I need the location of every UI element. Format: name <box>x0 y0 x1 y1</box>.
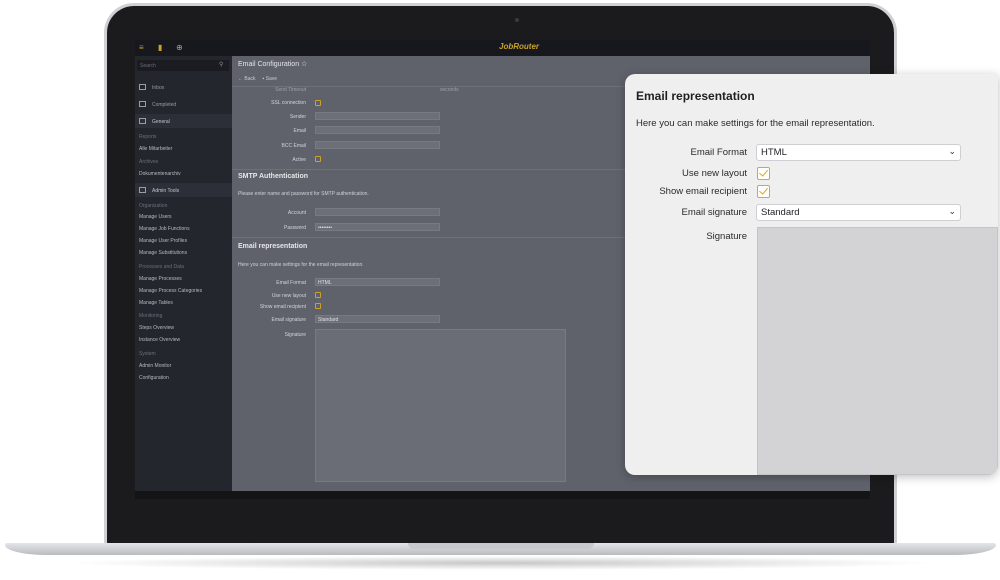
add-icon[interactable]: ⊕ <box>176 43 184 52</box>
sidebar: Search ⚲ Inbox Completed General Reports… <box>135 56 232 491</box>
timeout-unit: seconds <box>440 87 459 93</box>
sidebar-section-admin-tools[interactable]: Admin Tools <box>135 183 232 197</box>
label-show-recipient: Show email recipient <box>259 304 306 310</box>
category-monitoring: Monitoring <box>139 313 163 319</box>
category-archives: Archives <box>139 159 159 165</box>
link-configuration[interactable]: Configuration <box>139 375 169 381</box>
email-format-select[interactable]: HTML ⌄ <box>756 144 961 161</box>
link-alle-mitarbeiter[interactable]: Alle Mitarbeiter <box>139 146 172 152</box>
sidebar-item-label: Inbox <box>152 85 165 91</box>
category-system: System <box>139 351 156 357</box>
email-signature-select[interactable]: Standard <box>315 315 440 323</box>
breadcrumb: Email Configuration ☆ <box>238 60 307 68</box>
category-processes-data: Processes and Data <box>139 264 185 270</box>
signature-textarea[interactable] <box>757 227 998 475</box>
email-signature-select[interactable]: Standard ⌄ <box>756 204 961 221</box>
app-topbar: ≡ ▮ ⊕ JobRouter <box>135 40 870 56</box>
bookmark-icon[interactable]: ▮ <box>158 43 166 52</box>
panel-description: Here you can make settings for the email… <box>636 118 875 129</box>
link-dokumentenarchiv[interactable]: Dokumentenarchiv <box>139 171 181 177</box>
show-recipient-checkbox[interactable] <box>757 185 770 198</box>
chevron-down-icon: ⌄ <box>948 206 956 216</box>
email-signature-label: Email signature <box>681 207 747 218</box>
link-manage-users[interactable]: Manage Users <box>139 214 172 220</box>
password-field[interactable]: •••••••• <box>315 223 440 231</box>
section-title-email-rep: Email representation <box>238 243 308 250</box>
laptop-shadow <box>60 556 940 570</box>
link-manage-user-profiles[interactable]: Manage User Profiles <box>139 238 187 244</box>
camera-icon <box>515 18 519 22</box>
label-active: Active <box>292 157 306 163</box>
label-sender: Sender <box>289 114 306 120</box>
sidebar-item-completed[interactable]: Completed <box>135 97 232 111</box>
laptop-notch <box>408 543 594 549</box>
sidebar-section-general[interactable]: General <box>135 114 232 128</box>
star-icon[interactable]: ☆ <box>301 61 307 68</box>
email-format-select[interactable]: HTML <box>315 278 440 286</box>
back-arrow-icon[interactable]: ← <box>238 76 243 82</box>
wrench-icon <box>139 187 146 193</box>
link-manage-tables[interactable]: Manage Tables <box>139 300 173 306</box>
chevron-down-icon: ⌄ <box>948 146 956 156</box>
link-manage-processes[interactable]: Manage Processes <box>139 276 182 282</box>
email-field[interactable] <box>315 126 440 134</box>
link-manage-process-categories[interactable]: Manage Process Categories <box>139 288 202 294</box>
sidebar-item-label: Completed <box>152 102 177 108</box>
laptop-chin <box>135 491 870 499</box>
email-signature-value: Standard <box>761 207 800 218</box>
sidebar-item-label: Admin Tools <box>152 188 180 194</box>
use-new-layout-checkbox[interactable] <box>757 167 770 180</box>
inbox-icon <box>139 84 146 90</box>
label-email-format: Email Format <box>276 280 306 286</box>
email-format-value: HTML <box>761 147 787 158</box>
smtp-auth-description: Please enter name and password for SMTP … <box>238 191 369 197</box>
general-icon <box>139 118 146 124</box>
active-checkbox[interactable] <box>315 156 321 162</box>
email-representation-panel: Email representation Here you can make s… <box>625 74 998 475</box>
sidebar-item-inbox[interactable]: Inbox <box>135 80 232 94</box>
search-input[interactable]: Search <box>137 60 229 71</box>
category-reports: Reports <box>139 134 157 140</box>
email-format-label: Email Format <box>690 147 747 158</box>
ssl-checkbox[interactable] <box>315 100 321 106</box>
link-steps-overview[interactable]: Steps Overview <box>139 325 174 331</box>
label-ssl: SSL connection <box>271 100 306 106</box>
email-rep-description: Here you can make settings for the email… <box>238 262 364 268</box>
show-recipient-label: Show email recipient <box>659 186 747 197</box>
signature-textarea[interactable] <box>315 329 566 482</box>
sidebar-item-label: General <box>152 119 170 125</box>
account-field[interactable] <box>315 208 440 216</box>
signature-label: Signature <box>706 231 747 242</box>
link-instance-overview[interactable]: Instance Overview <box>139 337 180 343</box>
link-manage-substitutions[interactable]: Manage Substitutions <box>139 250 187 256</box>
section-title-smtp-auth: SMTP Authentication <box>238 173 308 180</box>
show-recipient-checkbox[interactable] <box>315 303 321 309</box>
label-signature: Signature <box>284 332 306 338</box>
link-admin-monitor[interactable]: Admin Monitor <box>139 363 171 369</box>
label-email: Email <box>293 128 306 134</box>
page-title: Email Configuration <box>238 61 300 68</box>
use-new-layout-label: Use new layout <box>682 168 747 179</box>
label-use-new-layout: Use new layout <box>271 293 306 299</box>
label-account: Account <box>287 210 306 216</box>
use-new-layout-checkbox[interactable] <box>315 292 321 298</box>
label-email-signature: Email signature <box>271 317 306 323</box>
category-organization: Organization <box>139 203 168 209</box>
link-manage-job-functions[interactable]: Manage Job Functions <box>139 226 190 232</box>
label-send-timeout: Send Timeout <box>275 87 306 93</box>
bcc-email-field[interactable] <box>315 141 440 149</box>
menu-icon[interactable]: ≡ <box>139 43 147 52</box>
sender-field[interactable] <box>315 112 440 120</box>
completed-icon <box>139 101 146 107</box>
label-bcc: BCC Email <box>281 143 306 149</box>
panel-title: Email representation <box>636 89 755 103</box>
toolbar: ← Back ▪ Save <box>238 76 277 82</box>
stage: ≡ ▮ ⊕ JobRouter Search ⚲ Inbox Completed… <box>0 0 1000 580</box>
save-icon[interactable]: ▪ <box>262 76 264 82</box>
brand-logo: JobRouter <box>499 42 539 51</box>
search-icon[interactable]: ⚲ <box>219 61 223 68</box>
label-password: Password <box>284 225 306 231</box>
save-button[interactable]: Save <box>266 76 277 82</box>
back-button[interactable]: Back <box>244 76 255 82</box>
